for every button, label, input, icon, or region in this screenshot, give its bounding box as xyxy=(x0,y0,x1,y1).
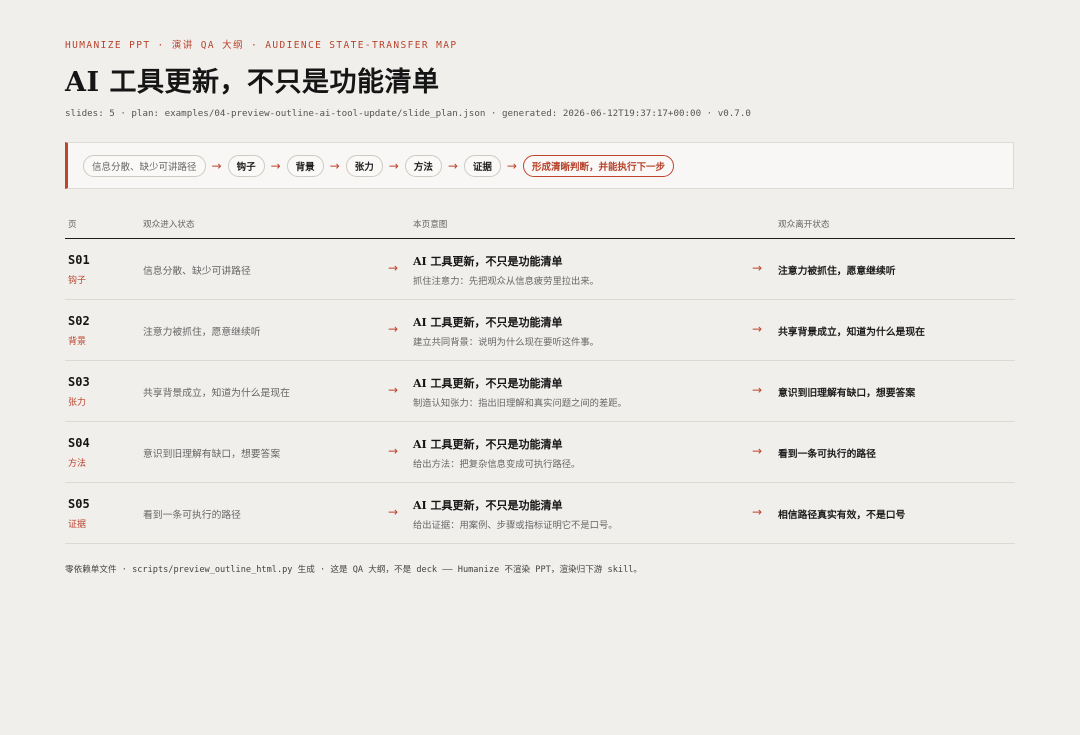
outline-page: HUMANIZE PPT · 演讲 QA 大纲 · AUDIENCE STATE… xyxy=(0,0,1080,735)
arrow-icon: → xyxy=(388,322,399,336)
flow-step-tension: 张力 xyxy=(345,154,383,177)
flow-arrow-icon: → xyxy=(506,158,517,173)
slide-id: S02 xyxy=(68,314,90,328)
intent-title: AI 工具更新，不只是功能清单 xyxy=(413,255,563,268)
leave-state: 意识到旧理解有缺口，想要答案 xyxy=(778,388,916,399)
enter-state: 共享背景成立，知道为什么是现在 xyxy=(143,388,290,399)
flow-arrow-icon: → xyxy=(388,158,399,173)
header-page: 页 xyxy=(68,220,77,230)
arrow-icon: → xyxy=(752,322,763,336)
flow-end-state: 形成清晰判断，并能执行下一步 xyxy=(522,154,674,177)
leave-state: 相信路径真实有效，不是口号 xyxy=(778,510,906,521)
table-row: S01 钩子 信息分散、缺少可讲路径 → AI 工具更新，不只是功能清单 抓住注… xyxy=(65,239,1015,300)
arrow-icon: → xyxy=(388,505,399,519)
slide-id: S05 xyxy=(68,497,90,511)
state-flow: 信息分散、缺少可讲路径 → 钩子 → 背景 → 张力 → 方法 → 证据 → 形… xyxy=(65,142,1014,189)
intent-description: 给出方法：把复杂信息变成可执行路径。 xyxy=(413,459,581,470)
leave-state: 注意力被抓住，愿意继续听 xyxy=(778,266,896,277)
table-row: S04 方法 意识到旧理解有缺口，想要答案 → AI 工具更新，不只是功能清单 … xyxy=(65,422,1015,483)
intent-description: 制造认知张力：指出旧理解和真实问题之间的差距。 xyxy=(413,398,627,409)
flow-arrow-icon: → xyxy=(329,158,340,173)
eyebrow: HUMANIZE PPT · 演讲 QA 大纲 · AUDIENCE STATE… xyxy=(65,40,458,51)
leave-state: 看到一条可执行的路径 xyxy=(778,449,876,460)
flow-arrow-icon: → xyxy=(211,158,222,173)
intent-description: 建立共同背景：说明为什么现在要听这件事。 xyxy=(413,337,599,348)
table-row: S03 张力 共享背景成立，知道为什么是现在 → AI 工具更新，不只是功能清单… xyxy=(65,361,1015,422)
arrow-icon: → xyxy=(752,444,763,458)
slide-role-tag: 钩子 xyxy=(68,276,87,286)
arrow-icon: → xyxy=(388,261,399,275)
flow-arrow-icon: → xyxy=(270,158,281,173)
slide-role-tag: 证据 xyxy=(68,520,87,530)
meta-line: slides: 5 · plan: examples/04-preview-ou… xyxy=(65,108,751,119)
header-leave-state: 观众离开状态 xyxy=(778,220,830,230)
flow-step-hook: 钩子 xyxy=(227,154,265,177)
slide-role-tag: 张力 xyxy=(68,398,87,408)
page-title: AI 工具更新，不只是功能清单 xyxy=(65,67,440,98)
slide-id: S03 xyxy=(68,375,90,389)
leave-state: 共享背景成立，知道为什么是现在 xyxy=(778,327,925,338)
intent-title: AI 工具更新，不只是功能清单 xyxy=(413,499,563,512)
enter-state: 信息分散、缺少可讲路径 xyxy=(143,266,251,277)
table-row: S05 证据 看到一条可执行的路径 → AI 工具更新，不只是功能清单 给出证据… xyxy=(65,483,1015,544)
intent-description: 给出证据：用案例、步骤或指标证明它不是口号。 xyxy=(413,520,618,531)
table-row: S02 背景 注意力被抓住，愿意继续听 → AI 工具更新，不只是功能清单 建立… xyxy=(65,300,1015,361)
arrow-icon: → xyxy=(752,505,763,519)
slide-table: S01 钩子 信息分散、缺少可讲路径 → AI 工具更新，不只是功能清单 抓住注… xyxy=(65,239,1015,544)
slide-id: S04 xyxy=(68,436,90,450)
arrow-icon: → xyxy=(752,383,763,397)
arrow-icon: → xyxy=(752,261,763,275)
flow-step-background: 背景 xyxy=(286,154,324,177)
intent-description: 抓住注意力：先把观众从信息疲劳里拉出来。 xyxy=(413,276,599,287)
slide-role-tag: 背景 xyxy=(68,337,87,347)
arrow-icon: → xyxy=(388,444,399,458)
footer-note: 零依赖单文件 · scripts/preview_outline_html.py… xyxy=(65,565,643,575)
table-header: 页 观众进入状态 本页意图 观众离开状态 xyxy=(65,212,1015,239)
arrow-icon: → xyxy=(388,383,399,397)
intent-title: AI 工具更新，不只是功能清单 xyxy=(413,438,563,451)
flow-start-state: 信息分散、缺少可讲路径 xyxy=(83,154,206,177)
slide-id: S01 xyxy=(68,253,90,267)
header-enter-state: 观众进入状态 xyxy=(143,220,195,230)
enter-state: 看到一条可执行的路径 xyxy=(143,510,241,521)
intent-title: AI 工具更新，不只是功能清单 xyxy=(413,377,563,390)
flow-step-method: 方法 xyxy=(404,154,442,177)
flow-step-evidence: 证据 xyxy=(463,154,501,177)
enter-state: 意识到旧理解有缺口，想要答案 xyxy=(143,449,281,460)
flow-arrow-icon: → xyxy=(447,158,458,173)
slide-role-tag: 方法 xyxy=(68,459,87,469)
enter-state: 注意力被抓住，愿意继续听 xyxy=(143,327,261,338)
intent-title: AI 工具更新，不只是功能清单 xyxy=(413,316,563,329)
header-intent: 本页意图 xyxy=(413,220,448,230)
